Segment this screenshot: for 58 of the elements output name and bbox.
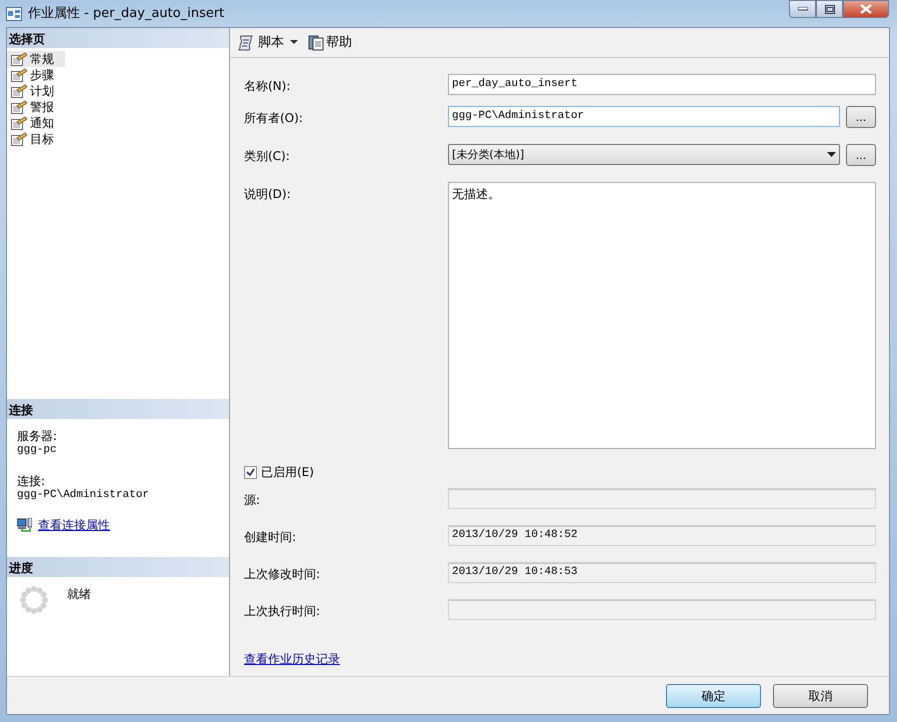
- connection-label: 连接:: [17, 473, 46, 489]
- readonly-field: 2013/10/29 10:48:53: [448, 562, 876, 583]
- browse-button[interactable]: ...: [846, 106, 876, 128]
- field-label: 名称(N):: [244, 78, 292, 95]
- page-icon: [11, 52, 27, 66]
- script-button[interactable]: 脚本: [236, 32, 286, 52]
- page-item[interactable]: 步骤: [7, 67, 65, 83]
- page-icon: [11, 132, 27, 146]
- enabled-checkbox[interactable]: [244, 466, 257, 478]
- page-item[interactable]: 常规: [7, 51, 65, 67]
- field-label: 上次执行时间:: [244, 603, 322, 620]
- browse-button[interactable]: ...: [846, 144, 876, 166]
- page-item[interactable]: 通知: [7, 115, 65, 131]
- page-item[interactable]: 警报: [7, 99, 65, 115]
- text-field[interactable]: ggg-PC\Administrator: [448, 106, 840, 127]
- section-header: 连接: [7, 399, 229, 419]
- section-header: 选择页: [7, 28, 229, 48]
- maximize-button[interactable]: [816, 0, 843, 18]
- spinner-icon: [19, 585, 49, 615]
- page-icon: [11, 100, 27, 114]
- status-text: 就绪: [67, 586, 91, 603]
- server-label: 服务器:: [17, 428, 58, 445]
- help-button[interactable]: 帮助: [306, 32, 354, 52]
- cancel-button[interactable]: 取消: [773, 684, 868, 708]
- dropdown-arrow-icon: [827, 152, 836, 157]
- field-label: 上次修改时间:: [244, 566, 322, 583]
- field-label: 创建时间:: [244, 529, 298, 546]
- page-item[interactable]: 计划: [7, 83, 65, 99]
- text-field[interactable]: per_day_auto_insert: [448, 74, 876, 95]
- field-label: 类别(C):: [244, 148, 291, 165]
- document-icon: [308, 34, 324, 50]
- description-field[interactable]: 无描述。: [448, 182, 876, 449]
- field-label: 源:: [244, 492, 262, 509]
- connection-icon: [17, 518, 32, 532]
- readonly-field: 2013/10/29 10:48:52: [448, 525, 876, 546]
- field-label: 所有者(O):: [244, 110, 304, 127]
- close-icon: [860, 4, 872, 14]
- ok-button[interactable]: 确定: [666, 684, 761, 708]
- scroll-icon: [238, 34, 256, 50]
- maximize-icon: [824, 4, 834, 14]
- connection-name: ggg-PC\Administrator: [17, 490, 150, 501]
- minimize-icon: [798, 7, 808, 11]
- connection-properties-link[interactable]: 查看连接属性: [38, 516, 110, 534]
- page-icon: [11, 84, 27, 98]
- section-header: 进度: [7, 557, 229, 577]
- page-icon: [11, 116, 27, 130]
- minimize-button[interactable]: [789, 0, 816, 18]
- server-name: ggg-pc: [17, 445, 58, 456]
- category-dropdown[interactable]: [未分类(本地)]: [448, 144, 840, 165]
- checkbox-label: 已启用(E): [261, 464, 314, 481]
- page-item[interactable]: 目标: [7, 131, 65, 147]
- window-title: 作业属性 - per_day_auto_insert: [28, 4, 224, 23]
- app-icon: [6, 6, 22, 20]
- page-icon: [11, 68, 27, 82]
- field-label: 说明(D):: [244, 186, 292, 203]
- dropdown-caret-icon[interactable]: [290, 40, 298, 45]
- close-button[interactable]: [843, 0, 889, 18]
- job-history-link[interactable]: 查看作业历史记录: [244, 650, 340, 668]
